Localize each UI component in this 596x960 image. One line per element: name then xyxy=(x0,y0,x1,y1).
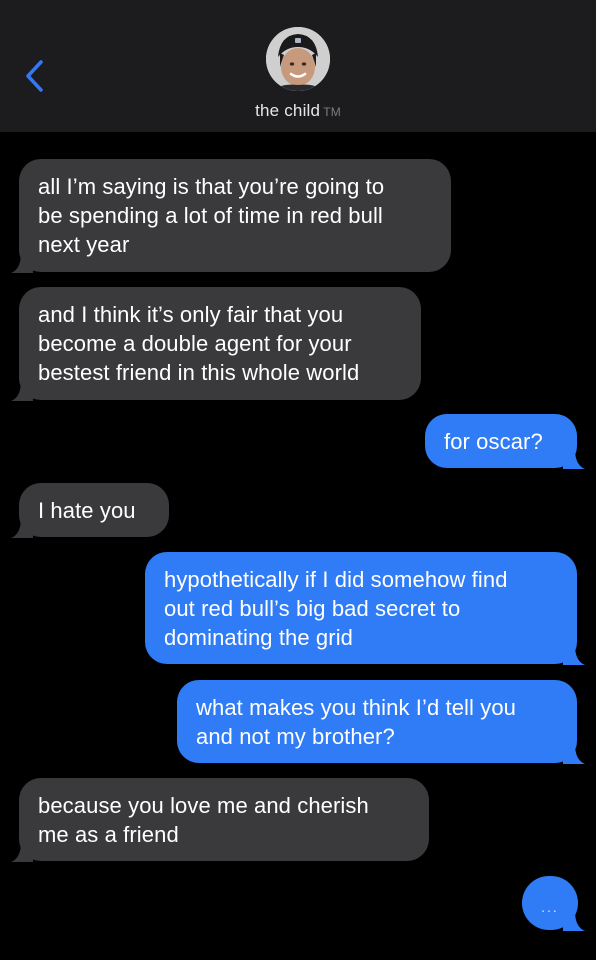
contact-name[interactable]: the child TM xyxy=(0,101,596,121)
outgoing-message[interactable]: hypothetically if I did somehow find out… xyxy=(145,552,585,665)
bubble-tail xyxy=(11,381,33,401)
message-line: I hate you xyxy=(38,498,136,523)
bubble-tail xyxy=(563,645,585,665)
message-line: next year xyxy=(38,232,130,257)
avatar[interactable] xyxy=(266,27,330,91)
outgoing-message[interactable]: for oscar? xyxy=(425,414,585,469)
typing-indicator: ... xyxy=(522,876,585,931)
incoming-message[interactable]: I hate you xyxy=(11,483,169,538)
message-line: and I think it’s only fair that you xyxy=(38,302,344,327)
bubble-tail xyxy=(11,518,33,538)
bubble-tail xyxy=(11,842,33,862)
message-line: what makes you think I’d tell you xyxy=(196,695,517,720)
bubble-tail xyxy=(563,744,585,764)
incoming-message[interactable]: because you love me and cherish me as a … xyxy=(11,778,429,862)
message-line: all I’m saying is that you’re going to xyxy=(38,174,385,199)
message-line: hypothetically if I did somehow find xyxy=(164,567,508,592)
chevron-left-icon[interactable] xyxy=(20,58,54,94)
message-line: me as a friend xyxy=(38,822,179,847)
message-line: bestest friend in this whole world xyxy=(38,360,360,385)
message-line: for oscar? xyxy=(444,429,543,454)
contact-tag: TM xyxy=(323,105,341,119)
bubble-tail xyxy=(11,253,33,273)
message-line: dominating the grid xyxy=(164,625,354,650)
message-line: because you love me and cherish xyxy=(38,793,369,818)
conversation-header: the child TM xyxy=(0,0,596,132)
incoming-message[interactable]: all I’m saying is that you’re going to b… xyxy=(11,159,451,273)
incoming-message[interactable]: and I think it’s only fair that you beco… xyxy=(11,287,421,401)
bubble-tail xyxy=(563,911,585,931)
message-line: become a double agent for your xyxy=(38,331,352,356)
outgoing-message[interactable]: what makes you think I’d tell you and no… xyxy=(177,680,585,764)
bubble-tail xyxy=(563,449,585,469)
message-line: and not my brother? xyxy=(196,724,395,749)
message-line: be spending a lot of time in red bull xyxy=(38,203,383,228)
message-line: out red bull’s big bad secret to xyxy=(164,596,461,621)
